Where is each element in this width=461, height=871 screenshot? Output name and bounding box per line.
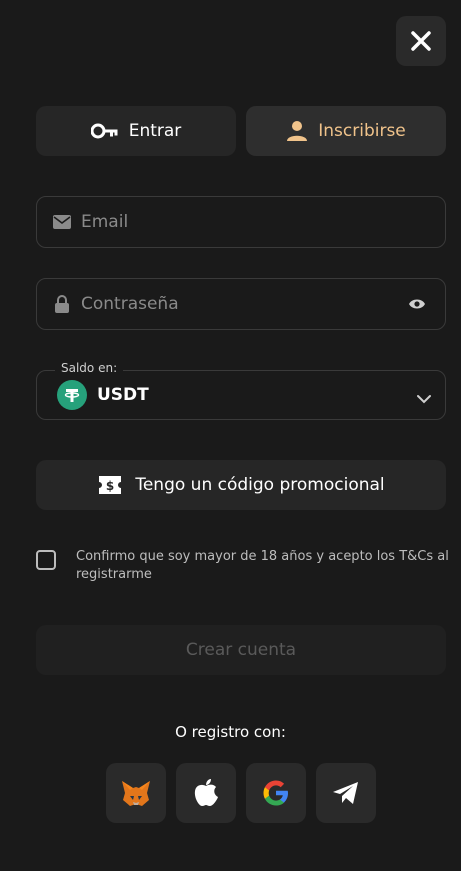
terms-row: Confirmo que soy mayor de 18 años y acep…	[36, 548, 451, 584]
telegram-icon	[333, 782, 358, 804]
close-button[interactable]	[396, 16, 446, 66]
currency-select[interactable]: Saldo en: USDT	[36, 361, 446, 420]
tether-icon	[57, 380, 87, 410]
tab-login-label: Entrar	[128, 121, 182, 141]
password-field[interactable]	[36, 278, 446, 330]
eye-icon[interactable]	[407, 298, 427, 310]
promo-label: Tengo un código promocional	[135, 475, 385, 495]
metamask-icon	[122, 781, 150, 806]
google-icon	[263, 780, 288, 806]
metamask-button[interactable]	[106, 763, 166, 823]
apple-icon	[194, 779, 218, 806]
svg-text:$: $	[106, 479, 114, 493]
email-input[interactable]	[81, 212, 445, 232]
email-field[interactable]	[36, 196, 446, 248]
lock-icon	[53, 295, 71, 313]
apple-button[interactable]	[176, 763, 236, 823]
auth-tabs: Entrar Inscribirse	[36, 106, 446, 156]
terms-text: Confirmo que soy mayor de 18 años y acep…	[76, 549, 449, 582]
key-icon	[90, 123, 118, 139]
tab-login[interactable]: Entrar	[36, 106, 236, 156]
terms-checkbox[interactable]	[36, 550, 56, 570]
promo-code-button[interactable]: $ Tengo un código promocional	[36, 460, 446, 510]
telegram-button[interactable]	[316, 763, 376, 823]
tab-signup-label: Inscribirse	[318, 121, 406, 141]
chevron-down-icon	[417, 389, 431, 408]
ticket-icon: $	[99, 476, 122, 494]
social-title: O registro con:	[175, 723, 286, 741]
user-icon	[287, 121, 308, 141]
create-account-button[interactable]: Crear cuenta	[36, 625, 446, 675]
social-providers	[106, 763, 376, 823]
signup-modal: Entrar Inscribirse Email Saldo en: USDT …	[0, 0, 461, 871]
create-account-label: Crear cuenta	[185, 640, 297, 660]
tab-signup[interactable]: Inscribirse	[246, 106, 446, 156]
close-icon	[411, 31, 431, 51]
google-button[interactable]	[246, 763, 306, 823]
currency-value: USDT	[97, 385, 149, 405]
currency-legend: Saldo en:	[55, 361, 124, 375]
mail-icon	[53, 213, 71, 231]
password-input[interactable]	[81, 294, 407, 314]
